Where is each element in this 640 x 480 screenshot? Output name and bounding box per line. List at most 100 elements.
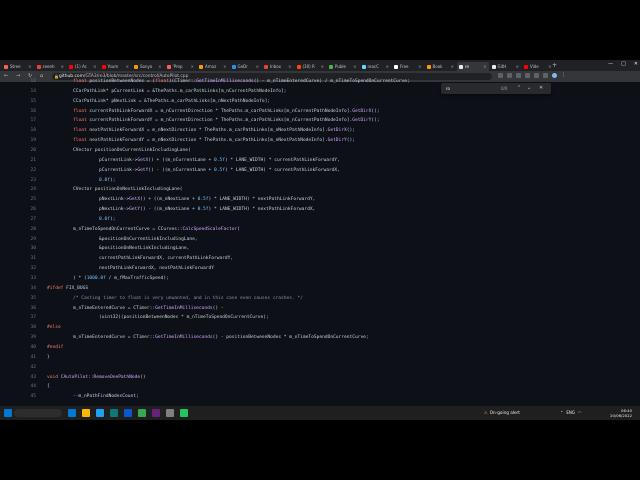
browser-tab[interactable]: GitH × xyxy=(490,62,522,71)
clock[interactable]: 06:40 20/06/2022 xyxy=(598,408,632,418)
line-number[interactable]: 24 xyxy=(18,185,36,195)
tab-label: (30) R xyxy=(302,64,315,69)
chevron-up-icon[interactable]: ⌃ xyxy=(560,408,563,418)
browser-tab[interactable]: 'Prep × xyxy=(165,62,197,71)
line-number[interactable]: 28 xyxy=(18,225,36,235)
line-number[interactable]: 42 xyxy=(18,363,36,373)
line-number[interactable]: 33 xyxy=(18,274,36,284)
alert-notification[interactable]: ⚠ On-going alert xyxy=(484,408,520,418)
tab-label: GitH xyxy=(497,64,507,69)
line-number[interactable]: 15 xyxy=(18,97,36,107)
tab-close-icon[interactable]: × xyxy=(223,64,228,69)
line-number[interactable]: 23 xyxy=(18,176,36,186)
line-number[interactable]: 17 xyxy=(18,116,36,126)
browser-tab[interactable]: Vide × xyxy=(522,62,554,71)
new-tab-button[interactable]: + xyxy=(552,62,557,70)
browser-tab[interactable]: GeDr × xyxy=(230,62,262,71)
tab-close-icon[interactable]: × xyxy=(288,64,293,69)
tab-close-icon[interactable]: × xyxy=(93,64,98,69)
taskbar-app-icon[interactable] xyxy=(166,409,174,417)
code-line: 13 float positionBetweenNodes = (float)(C… xyxy=(0,77,640,87)
code-text: #endif xyxy=(47,344,64,350)
code-text: 0.0f); xyxy=(99,177,116,183)
browser-tab[interactable]: seeeh × xyxy=(35,62,67,71)
line-number[interactable]: 45 xyxy=(18,392,36,402)
tab-close-icon[interactable]: × xyxy=(256,64,261,69)
line-number[interactable]: 34 xyxy=(18,284,36,294)
line-number[interactable]: 39 xyxy=(18,333,36,343)
taskbar-search[interactable] xyxy=(14,409,62,417)
taskbar-app-icon[interactable] xyxy=(68,409,76,417)
line-number[interactable]: 32 xyxy=(18,264,36,274)
tab-label: Amoz xyxy=(205,64,217,69)
code-text: void CAutoPilot::RemoveOnePathNode() xyxy=(47,374,146,380)
tab-close-icon[interactable]: × xyxy=(451,64,456,69)
tab-close-icon[interactable]: × xyxy=(353,64,358,69)
tab-label: Stree xyxy=(10,64,21,69)
screen: Stree × seeeh × (1) Ac × Youm × Sonyo × 'Prep × Amoz… xyxy=(0,60,640,420)
line-number[interactable]: 38 xyxy=(18,323,36,333)
browser-tab[interactable]: Book × xyxy=(425,62,457,71)
line-number[interactable]: 25 xyxy=(18,195,36,205)
taskbar-app-icon[interactable] xyxy=(180,409,188,417)
taskbar: ⚠ On-going alert ⌃ ENG ◠ 06:40 20/06/2022 xyxy=(0,406,640,420)
browser-tab[interactable]: reacC × xyxy=(360,62,392,71)
taskbar-app-icon[interactable] xyxy=(124,409,132,417)
line-number[interactable]: 30 xyxy=(18,244,36,254)
close-window-button[interactable]: ✕ xyxy=(634,61,638,67)
line-number[interactable]: 35 xyxy=(18,294,36,304)
line-number[interactable]: 18 xyxy=(18,126,36,136)
browser-tab[interactable]: Puble × xyxy=(327,62,359,71)
line-number[interactable]: 13 xyxy=(18,77,36,87)
start-icon[interactable] xyxy=(4,409,12,417)
browser-tab[interactable]: Stree × xyxy=(2,62,34,71)
tab-close-icon[interactable]: × xyxy=(483,64,488,69)
line-number[interactable]: 26 xyxy=(18,205,36,215)
line-number[interactable]: 40 xyxy=(18,343,36,353)
tab-close-icon[interactable]: × xyxy=(386,64,391,69)
line-number[interactable]: 16 xyxy=(18,107,36,117)
alert-text: On-going alert xyxy=(489,410,520,415)
taskbar-app-icon[interactable] xyxy=(110,409,118,417)
browser-tab[interactable]: Free × xyxy=(392,62,424,71)
line-number[interactable]: 43 xyxy=(18,373,36,383)
tab-close-icon[interactable]: × xyxy=(61,64,66,69)
line-number[interactable]: 41 xyxy=(18,353,36,363)
line-number[interactable]: 20 xyxy=(18,146,36,156)
taskbar-app-icon[interactable] xyxy=(96,409,104,417)
browser-tab[interactable]: Amoz × xyxy=(197,62,229,71)
tab-close-icon[interactable]: × xyxy=(126,64,131,69)
line-number[interactable]: 37 xyxy=(18,313,36,323)
taskbar-app-icon[interactable] xyxy=(138,409,146,417)
tab-close-icon[interactable]: × xyxy=(516,64,521,69)
code-text: #ifdef FIX_BUGS xyxy=(47,285,89,291)
wifi-icon[interactable]: ◠ xyxy=(578,408,582,418)
tab-close-icon[interactable]: × xyxy=(158,64,163,69)
line-number[interactable]: 44 xyxy=(18,382,36,392)
browser-tab[interactable]: Youm × xyxy=(100,62,132,71)
browser-tab[interactable]: Sonyo × xyxy=(132,62,164,71)
taskbar-app-icon[interactable] xyxy=(152,409,160,417)
browser-tab[interactable]: re × xyxy=(457,62,489,71)
maximize-button[interactable]: □ xyxy=(621,61,626,67)
line-number[interactable]: 21 xyxy=(18,156,36,166)
line-number[interactable]: 22 xyxy=(18,166,36,176)
line-number[interactable]: 27 xyxy=(18,215,36,225)
browser-tab[interactable]: Inbox × xyxy=(262,62,294,71)
taskbar-app-icon[interactable] xyxy=(82,409,90,417)
line-number[interactable]: 29 xyxy=(18,235,36,245)
tab-close-icon[interactable]: × xyxy=(191,64,196,69)
browser-tab[interactable]: (1) Ac × xyxy=(67,62,99,71)
tab-close-icon[interactable]: × xyxy=(321,64,326,69)
language-indicator[interactable]: ENG xyxy=(566,408,575,418)
line-number[interactable]: 19 xyxy=(18,136,36,146)
line-number[interactable]: 14 xyxy=(18,87,36,97)
system-tray: ⌃ ENG ◠ xyxy=(560,408,581,418)
browser-tab[interactable]: (30) R × xyxy=(295,62,327,71)
code-text: m_nTimeEnteredCurve = CTimer::GetTimeInM… xyxy=(73,335,369,341)
line-number[interactable]: 31 xyxy=(18,254,36,264)
tab-close-icon[interactable]: × xyxy=(418,64,423,69)
tab-close-icon[interactable]: × xyxy=(28,64,33,69)
minimize-button[interactable]: — xyxy=(608,61,613,67)
line-number[interactable]: 36 xyxy=(18,304,36,314)
